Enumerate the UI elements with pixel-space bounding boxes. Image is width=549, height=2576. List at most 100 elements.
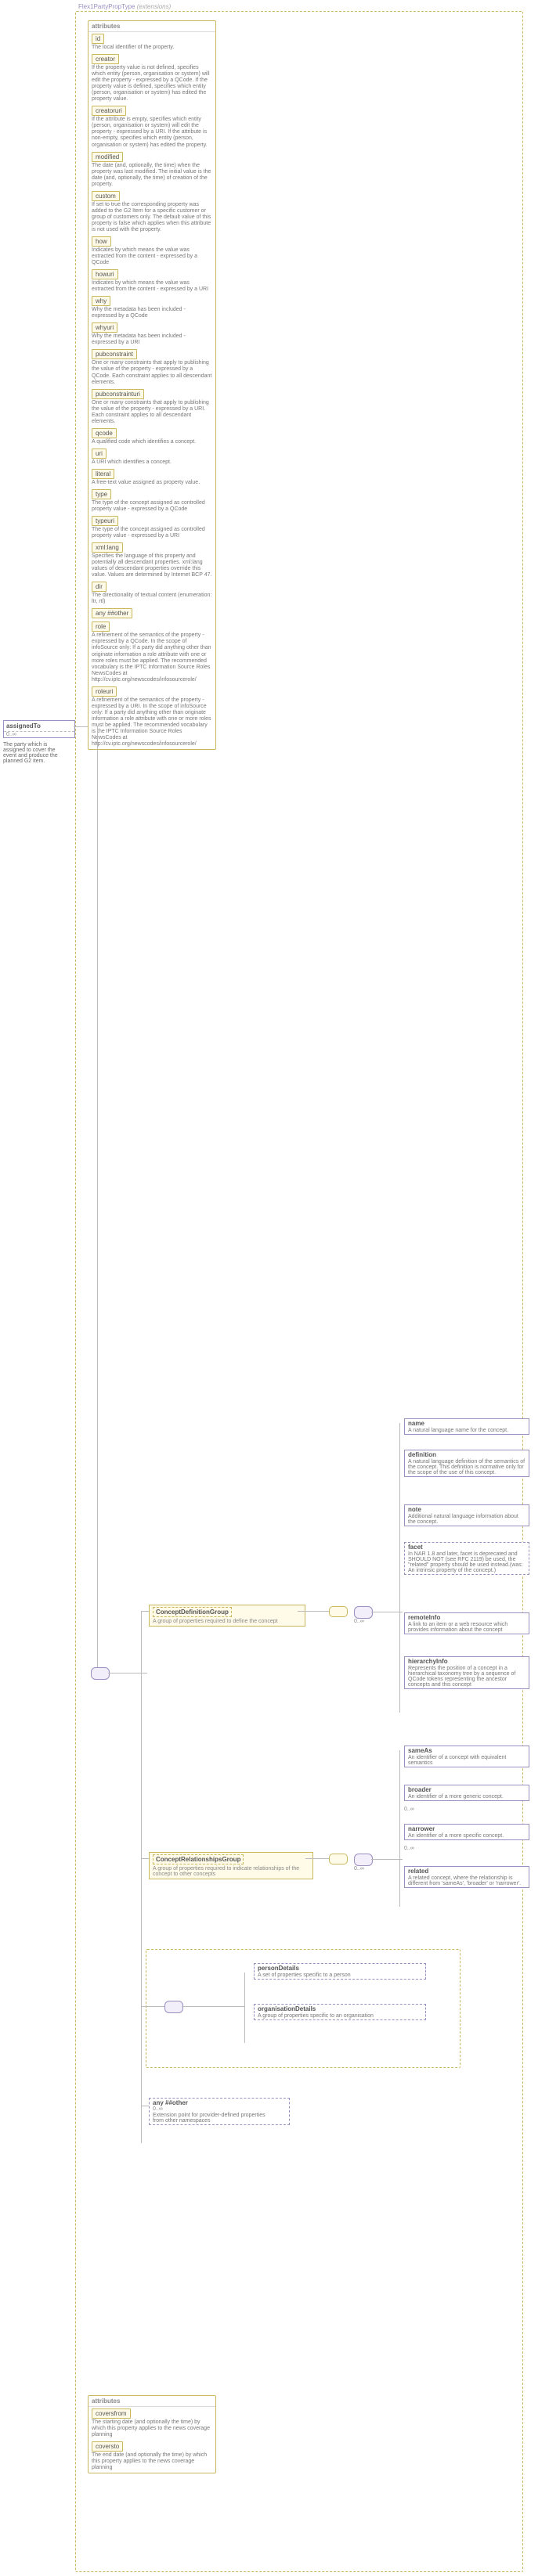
attributes-label: attributes (92, 2398, 120, 2405)
root-element: assignedTo 0..∞ (3, 720, 75, 738)
sequence-compositor (329, 1606, 348, 1617)
root-element-range: 0..∞ (4, 732, 74, 737)
attr-name: dir (92, 582, 107, 592)
attr-desc: The type of the concept assigned as cont… (92, 500, 212, 513)
attr-name: howuri (92, 269, 118, 279)
attr-name: how (92, 236, 111, 247)
root-element-name: assignedTo (4, 721, 74, 732)
attr-name: modified (92, 152, 123, 162)
leaf-remoteinfo: remoteInfo A link to an item or a web re… (404, 1612, 529, 1634)
attr-desc: Why the metadata has been included - exp… (92, 333, 212, 346)
attr-desc: The starting date (and optionally the ti… (92, 2419, 212, 2438)
attr-name: pubconstrainturi (92, 389, 144, 399)
attr-name: coversto (92, 2441, 123, 2452)
attr-name: id (92, 34, 104, 44)
attr-desc: Indicates by which means the value was e… (92, 280, 212, 293)
leaf-broader: broader An identifier of a more generic … (404, 1785, 529, 1801)
leaf-name: name A natural language name for the con… (404, 1418, 529, 1435)
attr-howuri: howuriIndicates by which means the value… (88, 268, 215, 294)
attr-typeuri: typeuriThe type of the concept assigned … (88, 514, 215, 541)
connector (244, 1973, 245, 2043)
attr-desc: A refinement of the semantics of the pro… (92, 632, 212, 683)
attr-desc: A free-text value assigned as property v… (92, 480, 212, 486)
attr-desc: If the property value is not defined, sp… (92, 65, 212, 103)
attr-name: coversfrom (92, 2408, 131, 2419)
concept-definition-group: ConceptDefinitionGroup A group of proper… (149, 1605, 305, 1627)
connector (141, 1858, 149, 1859)
choice-compositor (354, 1606, 373, 1619)
attr-desc: The date (and, optionally, the time) whe… (92, 163, 212, 188)
attributes-label: attributes (92, 23, 120, 30)
leaf-note: note Additional natural language informa… (404, 1504, 529, 1526)
root-element-desc: The party which is assigned to cover the… (3, 742, 70, 764)
attr-desc: The end date (and optionally the time) b… (92, 2452, 212, 2471)
leaf-definition: definition A natural language definition… (404, 1450, 529, 1477)
choice-range: 0..∞ (354, 1619, 364, 1624)
attr-creator: creatorIf the property value is not defi… (88, 52, 215, 104)
attributes-panel: attributes idThe local identifier of the… (88, 20, 216, 750)
connector (141, 2006, 164, 2007)
attr-desc: Indicates by which means the value was e… (92, 247, 212, 266)
group-name: ConceptDefinitionGroup (153, 1607, 232, 1617)
attr-roleuri: roleuriA refinement of the semantics of … (88, 685, 215, 749)
attr-name: uri (92, 449, 107, 459)
group-desc: A group of properties required to define… (153, 1619, 302, 1624)
attr-name: type (92, 489, 111, 499)
attr-name: why (92, 296, 110, 306)
attr-name: creator (92, 54, 119, 64)
connector (399, 1423, 400, 1713)
attr-desc: One or many constraints that apply to pu… (92, 360, 212, 385)
group-desc: A group of properties required to indica… (153, 1866, 309, 1877)
connector (305, 1858, 329, 1859)
attr-why: whyWhy the metadata has been included - … (88, 294, 215, 321)
connector (182, 2006, 244, 2007)
attr-name: any ##other (92, 608, 132, 618)
attr-desc: Why the metadata has been included - exp… (92, 307, 212, 319)
attr-name: literal (92, 469, 114, 479)
attr-name: custom (92, 191, 120, 201)
attr-desc: A refinement of the semantics of the pro… (92, 697, 212, 748)
connector (371, 1859, 403, 1860)
choice-range: 0..∞ (354, 1866, 364, 1872)
attr-pubconstrainturi: pubconstrainturiOne or many constraints … (88, 387, 215, 427)
connector (298, 1611, 329, 1612)
attr-name: creatoruri (92, 106, 126, 116)
attr-uri: uriA URI which identifies a concept. (88, 447, 215, 467)
lower-attributes-panel: attributes coversfromThe starting date (… (88, 2395, 216, 2473)
attr-desc: If the attribute is empty, specifies whi… (92, 117, 212, 148)
attr-name: role (92, 621, 110, 632)
connector (97, 726, 98, 1672)
group-name: ConceptRelationshipsGroup (153, 1854, 244, 1864)
attr-coversfrom: coversfromThe starting date (and optiona… (88, 2407, 215, 2440)
attr-coversto: coverstoThe end date (and optionally the… (88, 2440, 215, 2473)
attr-name: typeuri (92, 516, 118, 526)
attr-xml-lang: xml:langSpecifies the language of this p… (88, 541, 215, 580)
attr-pubconstraint: pubconstraintOne or many constraints tha… (88, 348, 215, 387)
attr-qcode: qcodeA qualified code which identifies a… (88, 427, 215, 447)
attr-creatoruri: creatoruriIf the attribute is empty, spe… (88, 104, 215, 150)
leaf-related: related A related concept, where the rel… (404, 1866, 529, 1888)
choice-compositor (164, 2001, 183, 2013)
attr-desc: One or many constraints that apply to pu… (92, 400, 212, 425)
attr-name: xml:lang (92, 542, 123, 553)
attr-name: whyuri (92, 322, 117, 333)
connector (141, 1611, 149, 1612)
attr-name: pubconstraint (92, 349, 137, 359)
leaf-narrower: narrower An identifier of a more specifi… (404, 1824, 529, 1840)
leaf-any-other: any ##other 0..∞ Extension point for pro… (149, 2098, 290, 2125)
attr-id: idThe local identifier of the property. (88, 32, 215, 52)
connector (399, 1750, 400, 1907)
attr-desc: A URI which identifies a concept. (92, 459, 212, 466)
attr-desc: A qualified code which identifies a conc… (92, 439, 212, 445)
attr-desc: The local identifier of the property. (92, 45, 212, 51)
attr-custom: customIf set to true the corresponding p… (88, 189, 215, 235)
sequence-compositor (91, 1667, 110, 1680)
attr-dir: dirThe directionality of textual content… (88, 580, 215, 607)
leaf-persondetails: personDetails A set of properties specif… (254, 1963, 426, 1980)
extensions-label: (extensions) (137, 3, 172, 10)
leaf-facet: facet In NAR 1.8 and later, facet is dep… (404, 1542, 529, 1575)
attr-type: typeThe type of the concept assigned as … (88, 488, 215, 514)
leaf-range: 0..∞ (404, 1807, 414, 1812)
leaf-range: 0..∞ (404, 1846, 414, 1851)
attr-any---other: any ##other (88, 607, 215, 620)
